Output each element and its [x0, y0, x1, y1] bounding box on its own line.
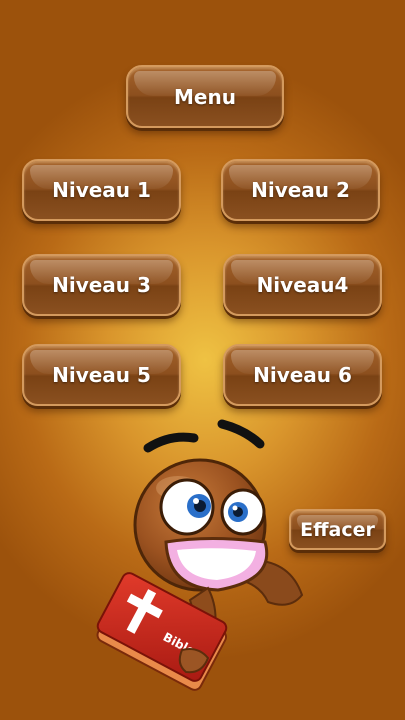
level-5-label: Niveau 5: [52, 363, 151, 387]
level-6-button[interactable]: Niveau 6: [223, 344, 382, 406]
level-4-label: Niveau4: [256, 273, 349, 297]
level-6-label: Niveau 6: [253, 363, 352, 387]
clear-button[interactable]: Effacer: [289, 509, 386, 550]
level-2-button[interactable]: Niveau 2: [221, 159, 380, 221]
clear-button-label: Effacer: [300, 518, 375, 541]
level-1-button[interactable]: Niveau 1: [22, 159, 181, 221]
mascot-illustration: Bible: [96, 419, 304, 691]
menu-button[interactable]: Menu: [126, 65, 284, 128]
level-3-button[interactable]: Niveau 3: [22, 254, 181, 316]
left-eyebrow: [143, 432, 199, 453]
level-4-button[interactable]: Niveau4: [223, 254, 382, 316]
level-1-label: Niveau 1: [52, 178, 151, 202]
right-eyebrow: [217, 419, 265, 449]
menu-button-label: Menu: [174, 84, 236, 109]
level-5-button[interactable]: Niveau 5: [22, 344, 181, 406]
level-3-label: Niveau 3: [52, 273, 151, 297]
level-2-label: Niveau 2: [251, 178, 350, 202]
